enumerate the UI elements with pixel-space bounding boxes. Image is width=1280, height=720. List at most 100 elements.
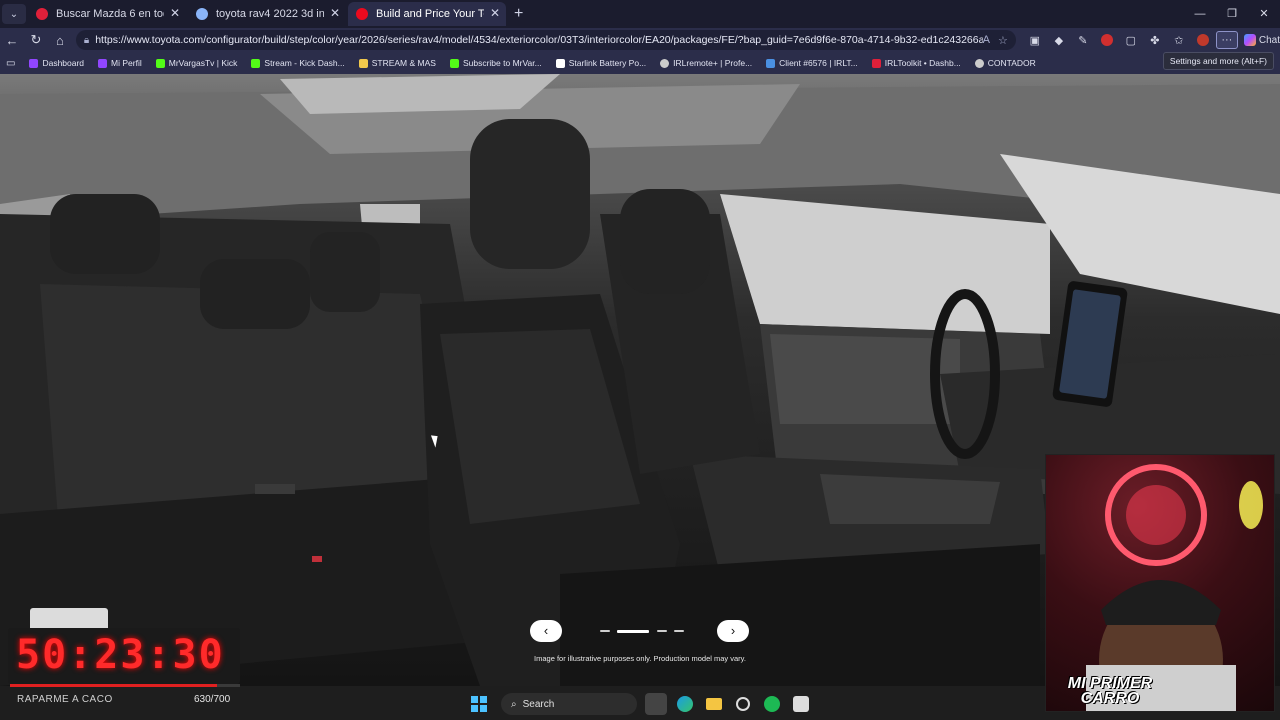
chat-button[interactable]: Chat <box>1243 34 1280 46</box>
page-icon <box>555 58 565 68</box>
extension-icon[interactable]: ✎ <box>1072 31 1094 49</box>
spotify-icon[interactable] <box>761 693 783 715</box>
bookmark-item[interactable]: Subscribe to MrVar... <box>449 58 542 68</box>
tab-title: toyota rav4 2022 3d interior - Bús <box>216 8 324 20</box>
bookmark-icon <box>29 58 39 68</box>
restore-icon[interactable]: ❐ <box>1216 0 1248 28</box>
navigation-bar: ← ↻ ⌂ 🔒︎ https://www.toyota.com/configur… <box>0 28 1280 52</box>
bookmark-item[interactable]: Dashboard <box>29 58 84 68</box>
back-icon[interactable]: ← <box>0 33 24 48</box>
carousel-dot[interactable] <box>656 630 667 632</box>
taskbar-search[interactable]: ⌕ Search <box>501 693 637 715</box>
webcam-title-line: CARRO <box>1080 690 1140 707</box>
search-icon <box>196 8 208 20</box>
carousel-prev-button[interactable]: ‹ <box>530 620 562 642</box>
close-icon[interactable]: ✕ <box>330 6 340 20</box>
bookmark-icon <box>98 58 108 68</box>
webcam-title: MI PRIMER CARRO <box>1060 675 1160 707</box>
webcam-title-line: MI PRIMER <box>1067 675 1153 692</box>
bookmark-label: IRLremote+ | Profe... <box>673 58 753 68</box>
search-icon: ⌕ <box>511 698 517 710</box>
chat-label: Chat <box>1258 34 1280 46</box>
edge-icon[interactable] <box>674 693 696 715</box>
carousel-next-button[interactable]: › <box>717 620 749 642</box>
folder-icon <box>358 58 368 68</box>
refresh-icon[interactable]: ↻ <box>24 32 48 48</box>
bookmark-item[interactable]: IRLremote+ | Profe... <box>660 58 752 68</box>
bookmarks-menu-icon[interactable]: ▭ <box>6 58 15 69</box>
extension-icon[interactable]: ▣ <box>1024 31 1046 49</box>
bookmark-item[interactable]: Client #6576 | IRLT... <box>766 58 858 68</box>
carousel-dot[interactable] <box>673 630 684 632</box>
bookmark-label: Client #6576 | IRLT... <box>779 58 858 68</box>
bookmarks-bar: ▭ Dashboard Mi Perfil MrVargasTv | Kick … <box>0 52 1280 74</box>
bookmark-label: Starlink Battery Po... <box>568 58 647 68</box>
bookmark-item[interactable]: MrVargasTv | Kick <box>155 58 238 68</box>
carousel-indicators <box>600 629 684 633</box>
profile-avatar-icon[interactable] <box>1192 31 1214 49</box>
extensions-puzzle-icon[interactable]: ✤ <box>1144 31 1166 49</box>
read-aloud-icon[interactable]: A <box>983 34 990 46</box>
goal-progress-fill <box>10 684 217 687</box>
bookmark-item[interactable]: STREAM & MAS <box>358 58 436 68</box>
extension-icon[interactable]: ▢ <box>1120 31 1142 49</box>
favorites-icon[interactable]: ✩ <box>1168 31 1190 49</box>
toyota-logo-icon <box>356 8 368 20</box>
car-thumbnail <box>30 608 108 630</box>
bookmark-label: Stream - Kick Dash... <box>264 58 345 68</box>
extension-icon[interactable]: ◆ <box>1048 31 1070 49</box>
favorite-star-icon[interactable]: ☆ <box>998 34 1008 47</box>
tab-title: Build and Price Your Toyota rav4 | <box>376 8 484 20</box>
bookmark-label: Mi Perfil <box>111 58 142 68</box>
carousel-dot-active[interactable] <box>617 629 650 633</box>
tab-2[interactable]: Build and Price Your Toyota rav4 | ✕ <box>348 2 506 26</box>
webcam-feed <box>1045 454 1275 712</box>
bookmark-icon <box>871 58 881 68</box>
tab-0[interactable]: Buscar Mazda 6 en toda Repúblic ✕ <box>28 2 186 26</box>
task-view-icon[interactable] <box>645 693 667 715</box>
tab-1[interactable]: toyota rav4 2022 3d interior - Bús ✕ <box>188 2 346 26</box>
file-explorer-icon[interactable] <box>703 693 725 715</box>
home-icon[interactable]: ⌂ <box>48 33 72 48</box>
app-icon[interactable] <box>732 693 754 715</box>
bookmark-item[interactable]: IRLToolkit • Dashb... <box>871 58 961 68</box>
extensions: ▣ ◆ ✎ ▢ ✤ ✩ ··· Chat <box>1024 31 1280 49</box>
bookmark-label: STREAM & MAS <box>371 58 436 68</box>
extension-icon[interactable] <box>1096 31 1118 49</box>
bookmark-item[interactable]: Mi Perfil <box>98 58 142 68</box>
goal-label: RAPARME A CACO <box>17 694 113 705</box>
carousel-dot[interactable] <box>600 630 610 632</box>
window-controls: — ❐ ✕ <box>1184 0 1280 28</box>
bookmark-label: Dashboard <box>42 58 85 68</box>
bookmark-item[interactable]: Starlink Battery Po... <box>555 58 647 68</box>
close-window-icon[interactable]: ✕ <box>1248 0 1280 28</box>
bookmark-icon <box>766 58 776 68</box>
bookmark-label: CONTADOR <box>987 58 1036 68</box>
tab-strip: ⌄ Buscar Mazda 6 en toda Repúblic ✕ toyo… <box>0 0 1280 28</box>
countdown-timer: 50:23:30 <box>16 632 225 678</box>
tab-actions-icon[interactable]: ⌄ <box>2 4 26 24</box>
bookmark-item[interactable]: Stream - Kick Dash... <box>251 58 345 68</box>
lock-icon[interactable]: 🔒︎ <box>84 35 89 46</box>
close-icon[interactable]: ✕ <box>170 6 180 20</box>
goal-progress-bar <box>10 684 240 687</box>
close-icon[interactable]: ✕ <box>490 6 500 20</box>
kick-icon <box>155 58 165 68</box>
tab-title: Buscar Mazda 6 en toda Repúblic <box>56 8 164 20</box>
bookmark-item[interactable]: CONTADOR <box>974 58 1036 68</box>
bookmark-label: Subscribe to MrVar... <box>462 58 542 68</box>
globe-icon <box>974 58 984 68</box>
settings-more-icon[interactable]: ··· <box>1215 31 1238 49</box>
address-bar[interactable]: 🔒︎ https://www.toyota.com/configurator/b… <box>75 30 1016 50</box>
bookmark-label: MrVargasTv | Kick <box>168 58 238 68</box>
kick-icon <box>251 58 261 68</box>
copilot-icon <box>1243 34 1256 46</box>
minimize-icon[interactable]: — <box>1184 0 1216 28</box>
obs-icon[interactable] <box>790 693 812 715</box>
url-text[interactable]: https://www.toyota.com/configurator/buil… <box>95 34 982 46</box>
goal-count: 630/700 <box>194 694 231 705</box>
new-tab-icon[interactable]: + <box>514 5 523 23</box>
windows-start-icon[interactable] <box>468 693 490 715</box>
webcam-illustration <box>1086 464 1263 711</box>
taskbar-search-label: Search <box>522 698 555 710</box>
